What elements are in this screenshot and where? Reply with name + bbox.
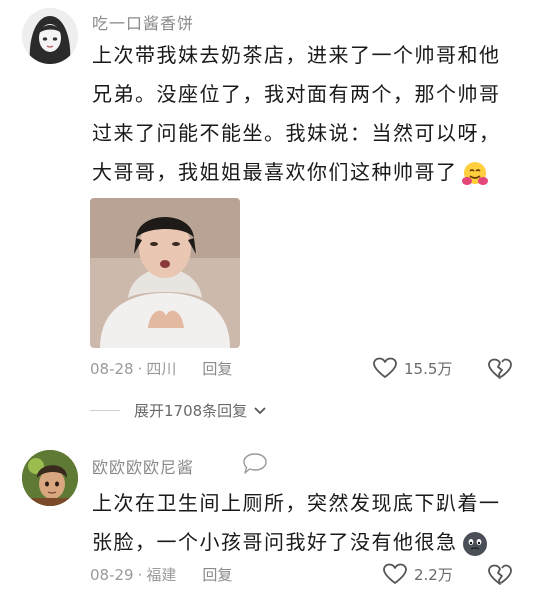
broken-heart-icon [488, 564, 512, 585]
attached-image[interactable] [90, 198, 240, 348]
comment-meta: 08-28 · 四川 回复 [90, 358, 232, 379]
chat-bubble-icon [240, 452, 270, 476]
separator-dot: · [137, 360, 143, 378]
like-count: 2.2万 [414, 565, 453, 584]
comment-text: 上次带我妹去奶茶店，进来了一个帅哥和他 兄弟。没座位了，我对面有两个，那个帅哥 … [92, 36, 522, 192]
heart-outline-icon [383, 563, 407, 584]
dislike-button[interactable] [487, 563, 513, 591]
comment-date: 08-28 [90, 360, 134, 378]
separator-dot: · [137, 566, 143, 584]
comment-line: 兄弟。没座位了，我对面有两个，那个帅哥 [92, 82, 501, 106]
comment-line: 上次带我妹去奶茶店，进来了一个帅哥和他 [92, 43, 501, 67]
comment-line-with-emoji: 张脸，一个小孩哥问我好了没有他很急 [92, 523, 522, 562]
username[interactable]: 欧欧欧欧尼酱 [92, 454, 194, 478]
dislike-button[interactable] [487, 357, 513, 385]
broken-heart-icon [488, 358, 512, 379]
reply-button[interactable]: 回复 [202, 360, 232, 378]
comment-line: 张脸，一个小孩哥问我好了没有他很急 [92, 530, 458, 554]
heart-outline-icon [373, 357, 397, 378]
comment-location: 福建 [146, 566, 177, 584]
hugging-face-emoji [460, 159, 490, 189]
comment-line: 上次在卫生间上厕所，突然发现底下趴着一 [92, 491, 501, 515]
like-button[interactable]: 2.2万 [382, 562, 453, 586]
comment-line: 过来了问能不能坐。我妹说：当然可以呀， [92, 121, 501, 145]
chevron-down-icon [254, 406, 266, 414]
like-count: 15.5万 [404, 359, 453, 378]
comment-text: 上次在卫生间上厕所，突然发现底下趴着一 张脸，一个小孩哥问我好了没有他很急 [92, 484, 522, 562]
username[interactable]: 吃一口酱香饼 [92, 10, 194, 34]
expand-replies-button[interactable]: 展开1708条回复 [90, 400, 267, 421]
reply-button[interactable]: 回复 [202, 566, 232, 584]
like-button[interactable]: 15.5万 [372, 356, 452, 380]
comment-meta: 08-29 · 福建 回复 [90, 564, 232, 585]
comment-date: 08-29 [90, 566, 134, 584]
avatar[interactable] [22, 8, 78, 64]
expand-replies-label: 展开1708条回复 [134, 402, 248, 420]
comment-location: 四川 [146, 360, 177, 378]
divider [90, 410, 120, 411]
dark-round-face-emoji [460, 529, 490, 559]
comment-line-with-emoji: 大哥哥，我姐姐最喜欢你们这种帅哥了 [92, 153, 522, 192]
comment-line: 大哥哥，我姐姐最喜欢你们这种帅哥了 [92, 160, 458, 184]
avatar[interactable] [22, 450, 78, 506]
